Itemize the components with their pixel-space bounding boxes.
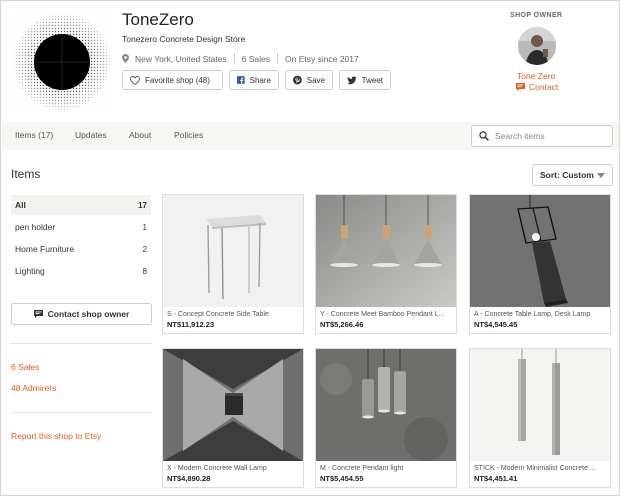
items-heading: Items [11, 167, 41, 181]
facebook-icon [237, 76, 245, 84]
owner-avatar[interactable] [518, 27, 556, 65]
shop-location: New York, United States [135, 53, 227, 64]
shop-actions: Favorite shop (48) Share Save Tweet [122, 70, 397, 90]
divider [11, 343, 152, 344]
listing-price: NT$4,545.45 [474, 320, 518, 329]
shop-page: ToneZero Tonezero Concrete Design Store … [0, 0, 620, 496]
search-icon [479, 131, 489, 141]
heart-icon [130, 75, 140, 85]
share-button[interactable]: Share [229, 70, 279, 90]
category-count: 1 [142, 222, 147, 232]
favorite-shop-button[interactable]: Favorite shop (48) [122, 70, 223, 90]
tab-policies[interactable]: Policies [174, 130, 203, 140]
save-label: Save [306, 75, 325, 85]
listing-card[interactable]: M - Concrete Pendant light NT$5,454.55 [315, 348, 457, 488]
listing-image [470, 195, 610, 307]
shop-name: ToneZero [122, 10, 194, 29]
shop-owner-label: SHOP OWNER [510, 12, 563, 19]
shop-logo [12, 12, 112, 112]
category-label: Lighting [15, 266, 45, 276]
share-label: Share [249, 75, 271, 85]
listing-image [163, 349, 303, 461]
listing-price: NT$5,454.55 [320, 474, 364, 483]
tweet-label: Tweet [361, 75, 383, 85]
shop-sales[interactable]: 6 Sales [242, 54, 270, 64]
category-lighting[interactable]: Lighting 8 [11, 261, 151, 281]
shop-tagline: Tonezero Concrete Design Store [122, 34, 246, 44]
listing-image [163, 195, 303, 307]
listing-title: Y - Concrete Meet Bamboo Pendant L... [320, 311, 445, 318]
category-count: 17 [138, 200, 147, 210]
divider [11, 412, 152, 413]
listing-title: STICK - Modern Minimalist Concrete ... [474, 465, 596, 472]
favorite-shop-label: Favorite shop (48) [145, 75, 210, 85]
listing-image [470, 349, 610, 461]
shop-meta: New York, United States 6 Sales On Etsy … [122, 53, 359, 64]
pinterest-icon [293, 75, 302, 85]
shop-since: On Etsy since 2017 [285, 53, 359, 64]
search-input[interactable] [495, 131, 605, 141]
tab-about[interactable]: About [129, 130, 151, 140]
category-count: 2 [142, 244, 147, 254]
listing-title: A - Concrete Table Lamp, Desk Lamp [474, 311, 591, 318]
category-label: Home Furniture [15, 244, 75, 254]
listing-title: X - Modern Concrete Wall Lamp [167, 465, 267, 472]
listing-card[interactable]: A - Concrete Table Lamp, Desk Lamp NT$4,… [469, 194, 611, 334]
listing-price: NT$11,912.23 [167, 320, 215, 329]
category-label: pen holder [15, 222, 56, 232]
sort-label: Sort: Custom [540, 170, 594, 180]
category-all[interactable]: All 17 [11, 195, 151, 215]
contact-shop-owner-button[interactable]: Contact shop owner [11, 303, 152, 325]
message-icon [516, 83, 525, 91]
listing-price: NT$4,451.41 [474, 474, 518, 483]
listing-title: M - Concrete Pendant light [320, 465, 404, 472]
listing-card[interactable]: S - Concept Concrete Side Table NT$11,91… [162, 194, 304, 334]
sort-dropdown[interactable]: Sort: Custom [532, 164, 613, 186]
listing-title: S - Concept Concrete Side Table [167, 311, 269, 318]
admirers-link[interactable]: 48 Admirers [11, 383, 56, 393]
listing-image [316, 195, 456, 307]
category-pen-holder[interactable]: pen holder 1 [11, 217, 151, 237]
tab-items[interactable]: Items (17) [15, 130, 53, 140]
listing-price: NT$4,890.28 [167, 474, 211, 483]
tweet-button[interactable]: Tweet [339, 70, 391, 90]
listing-card[interactable]: STICK - Modern Minimalist Concrete ... N… [469, 348, 611, 488]
location-pin-icon [122, 54, 129, 63]
tab-updates[interactable]: Updates [75, 130, 107, 140]
chevron-down-icon [597, 173, 605, 178]
meta-divider [277, 53, 279, 64]
contact-shop-owner-label: Contact shop owner [47, 309, 130, 319]
sales-link[interactable]: 6 Sales [11, 362, 39, 372]
category-home-furniture[interactable]: Home Furniture 2 [11, 239, 151, 259]
meta-divider [233, 53, 235, 64]
report-shop-link[interactable]: Report this shop to Etsy [11, 431, 101, 441]
search-box[interactable] [471, 125, 613, 147]
owner-contact-label: Contact [529, 82, 559, 92]
listing-card[interactable]: Y - Concrete Meet Bamboo Pendant L... NT… [315, 194, 457, 334]
save-button[interactable]: Save [285, 70, 333, 90]
category-count: 8 [142, 266, 147, 276]
category-label: All [15, 200, 26, 210]
twitter-icon [347, 76, 357, 84]
message-icon [33, 310, 43, 318]
owner-name-link[interactable]: Tone Zero [517, 71, 555, 81]
owner-contact-link[interactable]: Contact [516, 82, 558, 92]
listing-price: NT$5,266.46 [320, 320, 364, 329]
listing-image [316, 349, 456, 461]
listing-card[interactable]: X - Modern Concrete Wall Lamp NT$4,890.2… [162, 348, 304, 488]
